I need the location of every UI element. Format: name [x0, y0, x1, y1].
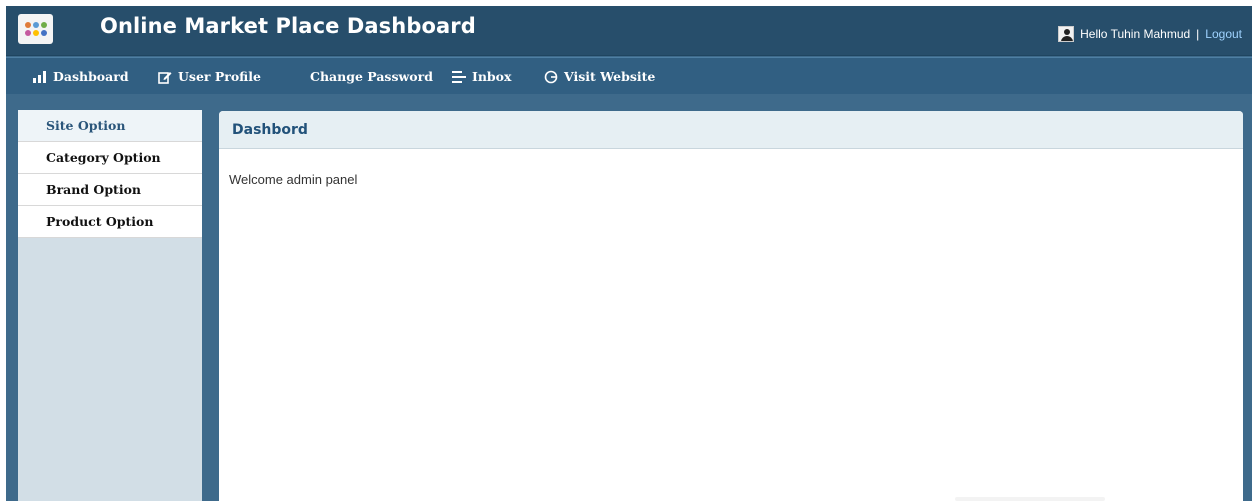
nav-label: User Profile — [178, 69, 261, 84]
user-avatar-icon — [1058, 26, 1075, 42]
nav-label: Inbox — [472, 69, 512, 84]
nav-item-user-profile[interactable]: User Profile — [158, 58, 261, 95]
nav-label: Visit Website — [564, 69, 656, 84]
main-nav: Dashboard User Profile Change Password I… — [6, 57, 1252, 94]
sidebar-item-category-option[interactable]: Category Option — [18, 142, 202, 174]
people-logo-icon — [18, 14, 53, 44]
sidebar: Site Option Category Option Brand Option… — [18, 110, 202, 501]
app-frame: Online Market Place Dashboard Hello Tuhi… — [6, 6, 1252, 501]
nav-item-visit-website[interactable]: Visit Website — [544, 58, 655, 95]
list-icon — [452, 70, 466, 84]
separator: | — [1196, 27, 1200, 41]
user-greeting: Hello Tuhin Mahmud — [1080, 27, 1191, 41]
app-title: Online Market Place Dashboard — [100, 14, 476, 38]
edit-icon — [158, 70, 172, 84]
globe-icon — [544, 70, 558, 84]
nav-item-dashboard[interactable]: Dashboard — [33, 58, 129, 95]
bar-chart-icon — [33, 70, 47, 84]
sidebar-item-site-option[interactable]: Site Option — [18, 110, 202, 142]
nav-item-inbox[interactable]: Inbox — [452, 58, 511, 95]
content-panel: Dashbord Welcome admin panel — [219, 111, 1243, 501]
logout-link[interactable]: Logout — [1205, 27, 1242, 41]
sidebar-item-brand-option[interactable]: Brand Option — [18, 174, 202, 206]
nav-label: Dashboard — [53, 69, 129, 84]
top-header: Online Market Place Dashboard Hello Tuhi… — [6, 6, 1252, 56]
nav-item-change-password[interactable]: Change Password — [310, 58, 433, 95]
page-title: Dashbord — [219, 111, 1243, 149]
sidebar-item-product-option[interactable]: Product Option — [18, 206, 202, 238]
welcome-message: Welcome admin panel — [229, 172, 358, 187]
bottom-shadow — [955, 497, 1105, 501]
nav-label: Change Password — [310, 69, 433, 84]
user-area: Hello Tuhin Mahmud | Logout — [1058, 26, 1242, 42]
